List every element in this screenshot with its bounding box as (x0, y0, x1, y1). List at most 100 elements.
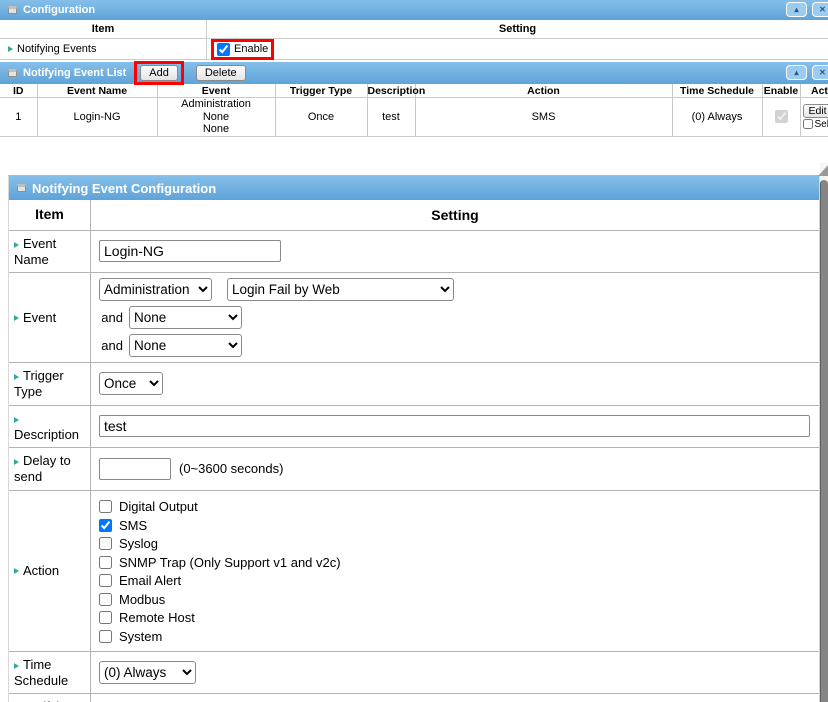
time-schedule-row: Time Schedule (0) Always (9, 652, 819, 695)
event-and2-select[interactable]: None (129, 334, 242, 357)
scrollbar-arrow-icon[interactable] (818, 164, 828, 176)
table-row: 1 Login-NG Administration None None Once… (0, 98, 828, 137)
description-row: Description (9, 406, 819, 449)
action-option-checkbox[interactable] (99, 574, 112, 587)
event-list-header-row: ID Event Name Event Trigger Type Descrip… (0, 84, 828, 98)
config-table-header-row: Item Setting (0, 20, 828, 39)
cell-time-schedule: (0) Always (672, 98, 762, 137)
event-line: None (158, 111, 275, 124)
bullet-arrow-icon (14, 459, 19, 465)
panel-title: Notifying Event Configuration (32, 181, 216, 196)
trigger-type-label: Trigger Type (9, 363, 91, 405)
cell-event-name: Login-NG (37, 98, 157, 137)
description-input[interactable] (99, 415, 810, 437)
column-header-setting: Setting (207, 20, 828, 38)
event-list-table-wrapper: ID Event Name Event Trigger Type Descrip… (0, 84, 828, 137)
delay-hint: (0~3600 seconds) (179, 461, 283, 476)
notifying-events-label: Notifying Events (17, 43, 96, 55)
action-option-label: Syslog (119, 536, 158, 551)
panel-icon (17, 184, 26, 192)
panel-title: Notifying Event List (23, 67, 126, 79)
cell-enable (762, 98, 800, 137)
action-row: Action Digital Output SMS Syslog SNMP Tr… (9, 491, 819, 652)
bullet-arrow-icon (14, 663, 19, 669)
event-type-select[interactable]: Login Fail by Web (227, 278, 454, 301)
bullet-arrow-icon (14, 374, 19, 380)
column-header-item: Item (0, 20, 207, 38)
event-label: Event (9, 273, 91, 362)
action-option: System (99, 627, 162, 646)
action-option: SNMP Trap (Only Support v1 and v2c) (99, 553, 341, 572)
collapse-icon[interactable]: ▴ (786, 65, 807, 80)
delete-button[interactable]: Delete (196, 65, 246, 81)
description-label: Description (9, 406, 91, 448)
close-icon[interactable]: ✕ (812, 2, 828, 17)
cell-actions: Edit Select (800, 98, 828, 137)
action-option-label: Remote Host (119, 610, 195, 625)
select-label: Select (815, 119, 828, 131)
highlight-box-add: Add (134, 61, 184, 85)
col-time-schedule: Time Schedule (672, 84, 762, 98)
bullet-arrow-icon (14, 315, 19, 321)
and-label: and (99, 310, 123, 325)
close-icon[interactable]: ✕ (812, 65, 828, 80)
action-option: Digital Output (99, 498, 198, 517)
action-option-checkbox[interactable] (99, 519, 112, 532)
action-option-label: Email Alert (119, 573, 181, 588)
col-id: ID (0, 84, 37, 98)
bullet-arrow-icon (14, 242, 19, 248)
event-name-row: Event Name (9, 231, 819, 274)
add-button[interactable]: Add (140, 65, 178, 81)
notifying-events-label-cell: Notifying Events (0, 39, 207, 59)
vertical-scrollbar[interactable] (820, 163, 828, 702)
notifying-events-setting-cell: Enable (207, 39, 828, 59)
and-label: and (99, 338, 123, 353)
panel-title: Configuration (23, 4, 95, 16)
action-option-checkbox[interactable] (99, 500, 112, 513)
col-action: Action (415, 84, 672, 98)
action-option-label: SNMP Trap (Only Support v1 and v2c) (119, 555, 341, 570)
notifying-events-enable-checkbox[interactable] (217, 43, 230, 56)
event-and1-select[interactable]: None (129, 306, 242, 329)
enable-label: Enable (234, 43, 268, 55)
action-option-checkbox[interactable] (99, 556, 112, 569)
configuration-panel: Configuration ▴ ✕ Item Setting Notifying… (0, 0, 828, 60)
action-option-label: SMS (119, 518, 147, 533)
edit-button[interactable]: Edit (803, 104, 828, 118)
event-list-table: ID Event Name Event Trigger Type Descrip… (0, 84, 828, 137)
action-option: Syslog (99, 535, 158, 554)
collapse-icon[interactable]: ▴ (786, 2, 807, 17)
action-option-checkbox[interactable] (99, 537, 112, 550)
col-event-name: Event Name (37, 84, 157, 98)
notifying-events-label: Notifying Events (9, 694, 91, 702)
bullet-arrow-icon (14, 568, 19, 574)
configuration-panel-header: Configuration ▴ ✕ (0, 0, 828, 20)
event-line: None (158, 123, 275, 136)
action-option: Email Alert (99, 572, 181, 591)
event-name-input[interactable] (99, 240, 281, 262)
bullet-arrow-icon (14, 417, 19, 423)
event-category-select[interactable]: Administration (99, 278, 212, 301)
event-name-label: Event Name (9, 231, 91, 273)
row-select-checkbox[interactable] (803, 119, 813, 129)
cell-trigger-type: Once (275, 98, 367, 137)
panel-icon (8, 6, 17, 14)
time-schedule-select[interactable]: (0) Always (99, 661, 196, 684)
action-option-checkbox[interactable] (99, 593, 112, 606)
col-actions: Actions (800, 84, 828, 98)
action-option-label: System (119, 629, 162, 644)
action-options: Digital Output SMS Syslog SNMP Trap (Onl… (91, 491, 819, 651)
trigger-type-row: Trigger Type Once (9, 363, 819, 406)
col-enable: Enable (762, 84, 800, 98)
panel-icon (8, 69, 17, 77)
scrollbar-thumb[interactable] (820, 180, 828, 702)
col-description: Description (367, 84, 415, 98)
bullet-arrow-icon (8, 46, 13, 52)
action-option-checkbox[interactable] (99, 611, 112, 624)
action-label: Action (9, 491, 91, 651)
action-option-checkbox[interactable] (99, 630, 112, 643)
action-option-label: Modbus (119, 592, 165, 607)
event-list-panel-header: Notifying Event List Add Delete ▴ ✕ (0, 62, 828, 84)
delay-input[interactable] (99, 458, 171, 480)
trigger-type-select[interactable]: Once (99, 372, 163, 395)
